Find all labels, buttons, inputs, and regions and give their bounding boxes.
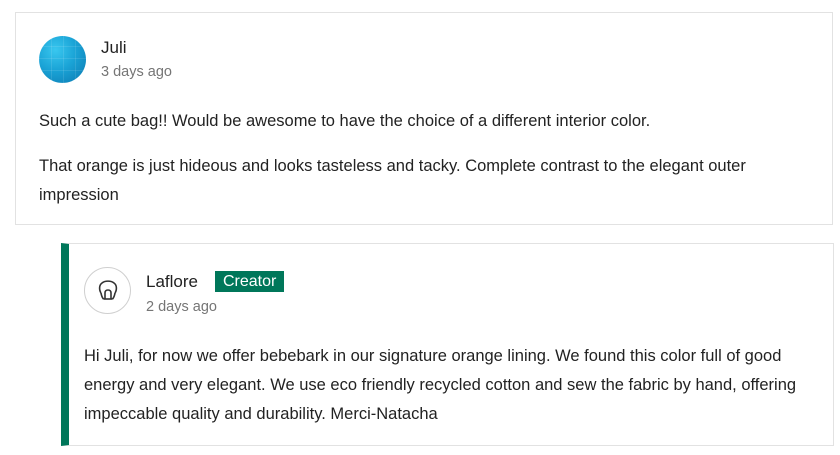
reply-timestamp: 2 days ago bbox=[146, 299, 217, 315]
comment-author[interactable]: Juli bbox=[101, 38, 127, 58]
avatar[interactable] bbox=[39, 36, 86, 83]
reply-author[interactable]: Laflore bbox=[146, 272, 198, 292]
reply-text: Hi Juli, for now we offer bebebark in ou… bbox=[84, 347, 797, 423]
comment-timestamp: 3 days ago bbox=[101, 64, 172, 80]
comment-text-paragraph: Such a cute bag!! Would be awesome to ha… bbox=[39, 112, 651, 130]
comment-card: Juli 3 days ago Such a cute bag!! Would … bbox=[15, 12, 833, 225]
creator-badge: Creator bbox=[215, 271, 285, 292]
avatar[interactable] bbox=[84, 267, 131, 314]
laflore-logo-icon bbox=[98, 279, 117, 300]
reply-card: Laflore Creator 2 days ago Hi Juli, for … bbox=[61, 243, 834, 446]
comment-text-paragraph: That orange is just hideous and looks ta… bbox=[39, 157, 746, 204]
